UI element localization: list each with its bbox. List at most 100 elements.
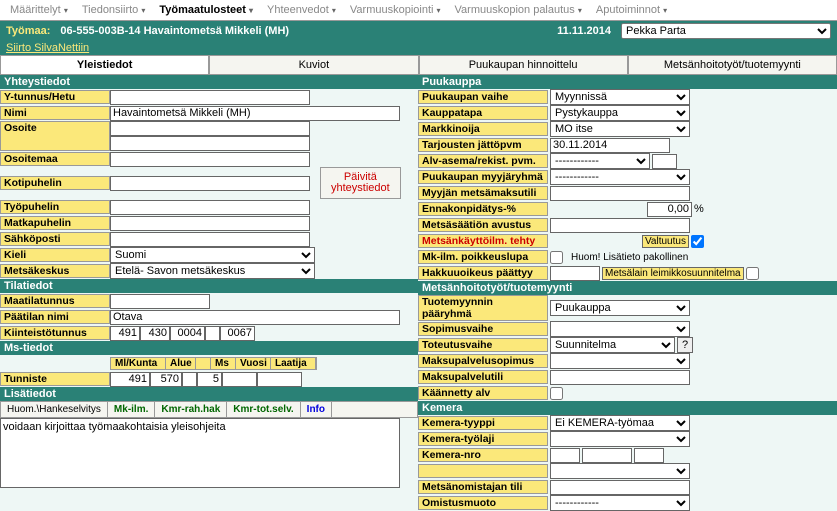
avustus-input[interactable] — [550, 218, 690, 233]
tab-metsanhoitotyot[interactable]: Metsänhoitotyöt/tuotemyynti — [628, 55, 837, 75]
kemtili-label: Metsänomistajan tili — [418, 480, 548, 494]
paivita-button[interactable]: Päivitäyhteystiedot — [320, 167, 401, 199]
ms-4[interactable] — [197, 372, 222, 387]
kiint-1[interactable] — [110, 326, 140, 341]
kemnro-label: Kemera-nro — [418, 448, 548, 462]
kiint-5[interactable] — [220, 326, 255, 341]
tapa-select[interactable]: Pystykauppa — [550, 105, 690, 121]
menubar: Määrittelyt ▾ Tiedonsiirto ▾ Työmaatulos… — [0, 0, 837, 21]
kemera-header: Kemera — [418, 401, 837, 415]
osoite2-input[interactable] — [110, 136, 310, 151]
ms-1[interactable] — [110, 372, 150, 387]
kiint-3[interactable] — [170, 326, 205, 341]
menu-maarittelyt[interactable]: Määrittelyt ▾ — [4, 2, 74, 18]
mtili-input[interactable] — [550, 186, 690, 201]
osoite1-input[interactable] — [110, 121, 310, 136]
osoitemaa-label: Osoitemaa — [0, 152, 110, 166]
kem-gap-select[interactable] — [550, 463, 690, 479]
myyj-select[interactable]: ------------ — [550, 169, 690, 185]
toteutus-label: Toteutusvaihe — [418, 338, 548, 352]
maksup-select[interactable] — [550, 353, 690, 369]
vaihe-select[interactable]: Myynnissä — [550, 89, 690, 105]
hakk-note: Metsälain leimikkosuunnitelma — [602, 267, 744, 280]
kemnro1[interactable] — [550, 448, 580, 463]
ms-6[interactable] — [257, 372, 302, 387]
tyomaa-label: Työmaa: — [6, 25, 50, 37]
kemnro2[interactable] — [582, 448, 632, 463]
vaihe-label: Puukaupan vaihe — [418, 90, 548, 104]
ytunnus-input[interactable] — [110, 90, 310, 105]
subtab-huom[interactable]: Huom.\Hankeselvitys — [1, 402, 108, 417]
kemmuoto-select[interactable]: ------------ — [550, 495, 690, 511]
ms-2[interactable] — [150, 372, 182, 387]
tyopuhelin-input[interactable] — [110, 200, 310, 215]
kaann-check[interactable] — [550, 387, 563, 400]
maatila-label: Maatilatunnus — [0, 294, 110, 308]
maksut-label: Maksupalvelutili — [418, 370, 548, 384]
ms-3[interactable] — [182, 372, 197, 387]
tilatiedot-header: Tilatiedot — [0, 279, 418, 293]
kieli-select[interactable]: Suomi — [110, 247, 315, 263]
menu-varmuuskopion-palautus[interactable]: Varmuuskopion palautus ▾ — [449, 2, 588, 18]
maatila-input[interactable] — [110, 294, 210, 309]
enna-input[interactable] — [647, 202, 692, 217]
menu-aputoiminnot[interactable]: Aputoiminnot ▾ — [590, 2, 673, 18]
menu-varmuuskopiointi[interactable]: Varmuuskopiointi ▾ — [344, 2, 447, 18]
mkp-check[interactable] — [550, 251, 563, 264]
mtili-label: Myyjän metsämaksutili — [418, 186, 548, 200]
sopimus-select[interactable] — [550, 321, 690, 337]
user-select[interactable]: Pekka Parta — [621, 23, 831, 39]
tarj-input[interactable] — [550, 138, 670, 153]
kiint-4[interactable] — [205, 326, 220, 341]
menu-tyomaatulosteet[interactable]: Työmaatulosteet ▾ — [153, 2, 259, 18]
paatila-label: Päätilan nimi — [0, 310, 110, 324]
header-date: 11.11.2014 — [557, 25, 611, 37]
menu-tiedonsiirto[interactable]: Tiedonsiirto ▾ — [76, 2, 152, 18]
ms-5[interactable] — [222, 372, 257, 387]
subtab-kmrrah[interactable]: Kmr-rah.hak — [155, 402, 227, 417]
menu-yhteenvedot[interactable]: Yhteenvedot ▾ — [261, 2, 342, 18]
myyj-label: Puukaupan myyjäryhmä — [418, 170, 548, 184]
alv-select[interactable]: ------------ — [550, 153, 650, 169]
matkapuhelin-input[interactable] — [110, 216, 310, 231]
paatila-input[interactable] — [110, 310, 400, 325]
tab-kuviot[interactable]: Kuviot — [209, 55, 418, 75]
kemlaji-select[interactable] — [550, 431, 690, 447]
sahkoposti-input[interactable] — [110, 232, 310, 247]
kotipuhelin-input[interactable] — [110, 176, 310, 191]
subtab-mkilm[interactable]: Mk-ilm. — [108, 402, 155, 417]
nimi-input[interactable] — [110, 106, 400, 121]
hakk-label: Hakkuuoikeus päättyy — [418, 266, 548, 280]
tab-yleistiedot[interactable]: Yleistiedot — [0, 55, 209, 75]
nimi-label: Nimi — [0, 106, 110, 120]
kemnro3[interactable] — [634, 448, 664, 463]
siirto-link[interactable]: Siirto SilvaNettiin — [0, 41, 837, 55]
paaryhma-select[interactable]: Puukauppa — [550, 300, 690, 316]
maksut-input[interactable] — [550, 370, 690, 385]
tapa-label: Kauppatapa — [418, 106, 548, 120]
metsakeskus-select[interactable]: Etelä- Savon metsäkeskus — [110, 263, 315, 279]
kemtyyppi-select[interactable]: Ei KEMERA-työmaa — [550, 415, 690, 431]
subtab-kmrtot[interactable]: Kmr-tot.selv. — [227, 402, 300, 417]
osoitemaa-input[interactable] — [110, 152, 310, 167]
toteutus-help[interactable]: ? — [677, 337, 693, 353]
puukauppa-header: Puukauppa — [418, 75, 837, 89]
alv-extra[interactable] — [652, 154, 677, 169]
toteutus-select[interactable]: Suunnitelma — [550, 337, 675, 353]
tyomaa-value: 06-555-003B-14 Havaintometsä Mikkeli (MH… — [60, 25, 289, 37]
kemtyyppi-label: Kemera-tyyppi — [418, 416, 548, 430]
mstiedot-header: Ms-tiedot — [0, 341, 418, 355]
lisatiedot-header: Lisätiedot — [0, 387, 418, 401]
kiint-2[interactable] — [140, 326, 170, 341]
kieli-label: Kieli — [0, 248, 110, 262]
lisatiedot-textarea[interactable] — [0, 418, 400, 488]
mkt-label: Metsänkäyttöilm. tehty — [418, 234, 548, 248]
subtab-info[interactable]: Info — [301, 402, 332, 417]
markk-select[interactable]: MO itse — [550, 121, 690, 137]
hakk-check[interactable] — [746, 267, 759, 280]
tab-puukaupan-hinnoittelu[interactable]: Puukaupan hinnoittelu — [419, 55, 628, 75]
valtuutus-check[interactable] — [691, 235, 704, 248]
tyopuhelin-label: Työpuhelin — [0, 200, 110, 214]
kemtili-input[interactable] — [550, 480, 690, 495]
hakk-input[interactable] — [550, 266, 600, 281]
